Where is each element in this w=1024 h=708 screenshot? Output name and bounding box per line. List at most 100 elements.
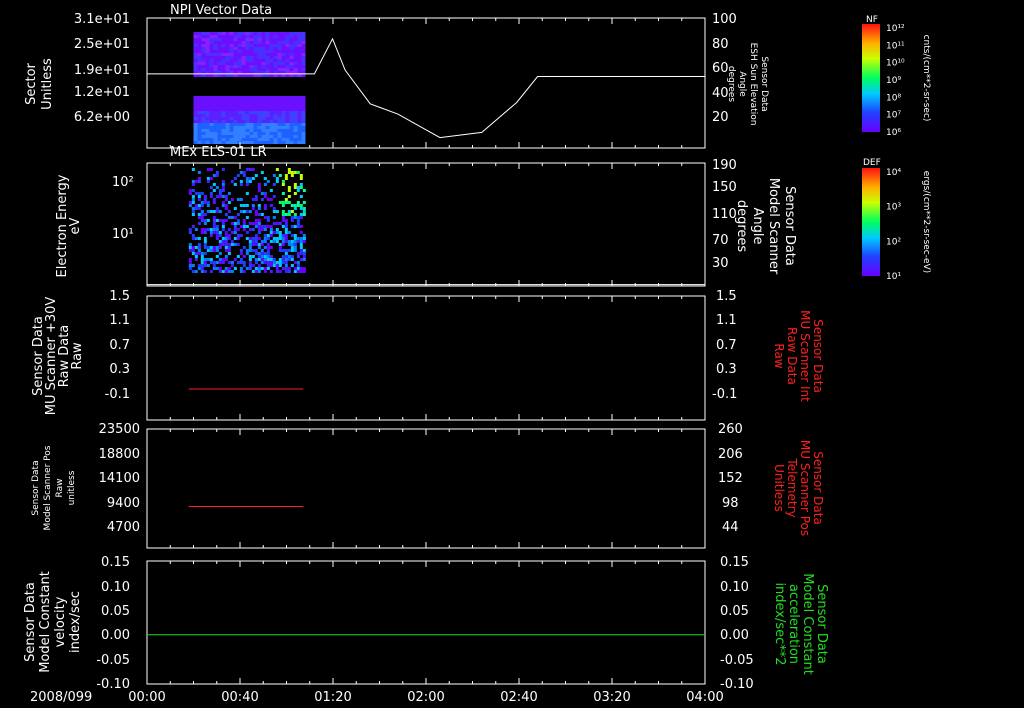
heat-cell: [281, 38, 286, 41]
panel1-rylabel: Sensor Data ESH Sun Elevation Angle degr…: [726, 43, 769, 126]
heat-cell: [301, 138, 306, 141]
heat-cell: [257, 243, 261, 246]
heat-cell: [191, 249, 195, 252]
heat-cell: [253, 74, 258, 77]
heat-cell: [273, 120, 278, 123]
heat-cell: [272, 222, 276, 225]
panel1-ylabel-line: Sector: [24, 62, 39, 104]
heat-cell: [229, 102, 234, 105]
heat-cell: [212, 222, 216, 225]
heat-cell: [209, 62, 214, 65]
heat-cell: [251, 168, 255, 171]
heat-cell: [217, 32, 222, 35]
heat-cell: [254, 270, 258, 273]
heat-cell: [221, 120, 226, 123]
heat-cell: [265, 135, 270, 138]
heat-cell: [221, 195, 225, 198]
heat-cell: [227, 267, 231, 270]
heat-cell: [193, 62, 198, 65]
heat-cell: [265, 59, 270, 62]
heat-cell: [237, 41, 242, 44]
heat-cell: [285, 120, 290, 123]
heat-cell: [237, 62, 242, 65]
heat-cell: [242, 225, 246, 228]
heat-cell: [193, 65, 198, 68]
heat-cell: [263, 192, 267, 195]
heat-cell: [218, 189, 222, 192]
heat-cell: [233, 62, 238, 65]
heat-cell: [236, 174, 240, 177]
heat-cell: [273, 41, 278, 44]
heat-cell: [227, 192, 231, 195]
heat-cell: [249, 56, 254, 59]
heat-cell: [188, 264, 192, 267]
colorbar-nf-bar: [862, 24, 880, 132]
heat-cell: [237, 102, 242, 105]
heat-cell: [217, 117, 222, 120]
heat-cell: [245, 102, 250, 105]
heat-cell: [253, 99, 258, 102]
heat-cell: [277, 105, 282, 108]
heat-cell: [287, 171, 291, 174]
heat-cell: [273, 62, 278, 65]
heat-cell: [209, 38, 214, 41]
heat-cell: [260, 258, 264, 261]
heat-cell: [275, 222, 279, 225]
heat-cell: [209, 35, 214, 38]
heat-cell: [287, 267, 291, 270]
heat-cell: [289, 132, 294, 135]
heat-cell: [233, 228, 237, 231]
heat-cell: [301, 41, 306, 44]
heat-cell: [217, 56, 222, 59]
heat-cell: [297, 47, 302, 50]
heat-cell: [284, 213, 288, 216]
heat-cell: [302, 207, 306, 210]
heat-cell: [284, 258, 288, 261]
heat-cell: [265, 32, 270, 35]
panel2-rytick: 30: [712, 256, 729, 271]
heat-cell: [293, 50, 298, 53]
heat-cell: [229, 132, 234, 135]
heat-cell: [241, 126, 246, 129]
heat-cell: [201, 41, 206, 44]
heat-cell: [290, 219, 294, 222]
panel1-rylabel-line: Angle: [737, 71, 747, 97]
heat-cell: [261, 99, 266, 102]
heat-cell: [281, 56, 286, 59]
panel4-rylabel-line: Sensor Data: [811, 451, 825, 525]
heat-cell: [281, 59, 286, 62]
heat-cell: [239, 198, 243, 201]
heat-cell: [213, 53, 218, 56]
heat-cell: [205, 68, 210, 71]
heat-cell: [269, 123, 274, 126]
panel2-rytick: 190: [712, 158, 737, 173]
heat-cell: [296, 171, 300, 174]
heat-cell: [213, 123, 218, 126]
heat-cell: [285, 126, 290, 129]
heat-cell: [272, 258, 276, 261]
heat-cell: [299, 216, 303, 219]
panel4-rytick: 206: [718, 447, 743, 462]
colorbar-tick: 10⁶: [886, 128, 901, 138]
heat-cell: [201, 50, 206, 53]
heat-cell: [269, 41, 274, 44]
heat-cell: [251, 177, 255, 180]
heat-cell: [193, 114, 198, 117]
panel1-rylabel-line: ESH Sun Elevation: [748, 43, 758, 126]
heat-cell: [293, 41, 298, 44]
heat-cell: [266, 198, 270, 201]
heat-cell: [218, 210, 222, 213]
heat-cell: [253, 44, 258, 47]
heat-cell: [233, 141, 238, 144]
heat-cell: [277, 32, 282, 35]
heat-cell: [191, 198, 195, 201]
heat-cell: [269, 141, 274, 144]
heat-cell: [266, 267, 270, 270]
heat-cell: [290, 240, 294, 243]
heat-cell: [224, 213, 228, 216]
panel1-rytick: 20: [712, 110, 729, 125]
heat-cell: [287, 195, 291, 198]
heat-cell: [261, 65, 266, 68]
heat-cell: [213, 99, 218, 102]
heat-cell: [230, 231, 234, 234]
